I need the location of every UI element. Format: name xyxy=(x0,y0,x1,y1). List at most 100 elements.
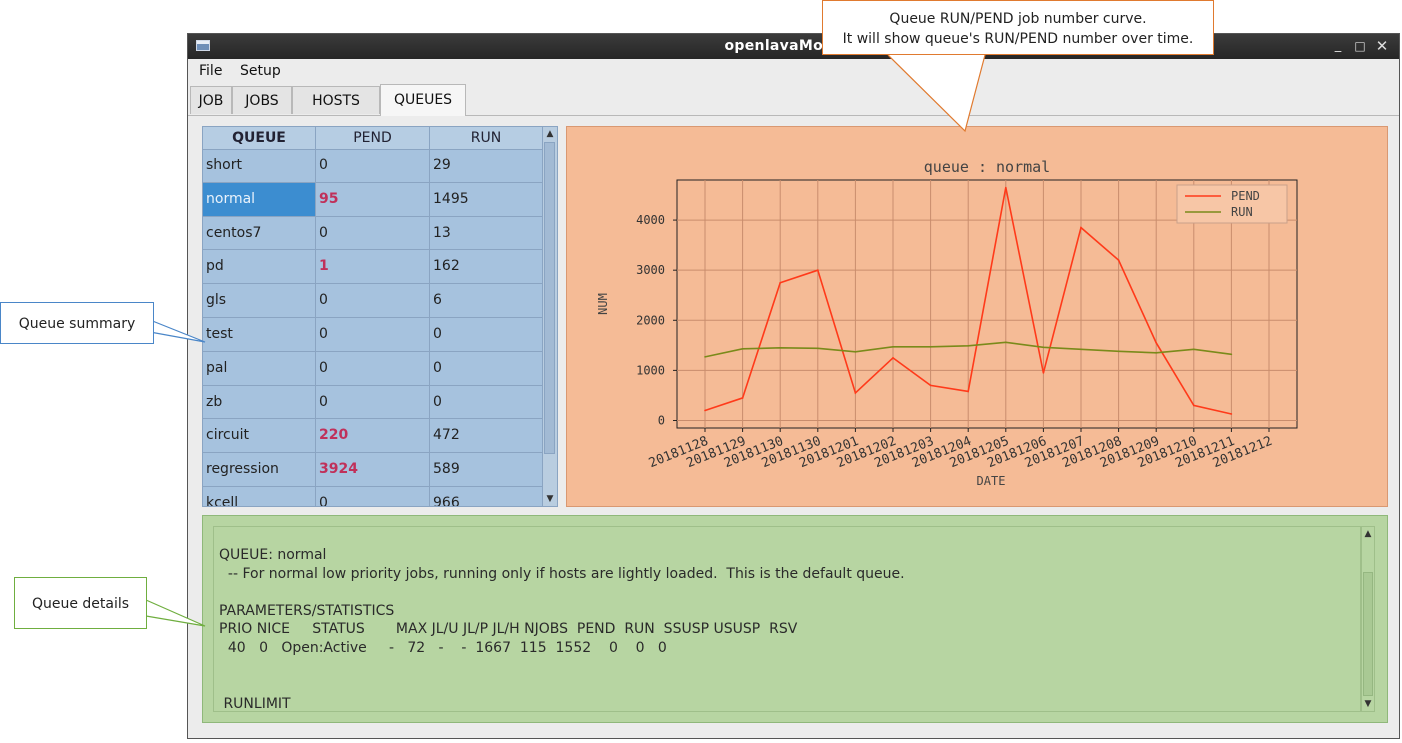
tab-job[interactable]: JOB xyxy=(190,86,232,114)
column-header-run[interactable]: RUN xyxy=(430,127,543,149)
cell-queue[interactable]: pal xyxy=(203,351,316,385)
cell-pend[interactable]: 0 xyxy=(316,216,430,250)
cell-run[interactable]: 966 xyxy=(430,486,543,506)
table-row[interactable]: kcell 0 966 xyxy=(203,486,543,506)
table-row[interactable]: zb 0 0 xyxy=(203,385,543,420)
details-line: PARAMETERS/STATISTICS xyxy=(219,602,395,619)
cell-pend[interactable]: 3924 xyxy=(316,453,430,486)
close-button[interactable]: ✕ xyxy=(1373,37,1391,55)
tab-bar: JOB JOBS HOSTS QUEUES xyxy=(188,83,1399,116)
data-point-pend xyxy=(892,357,894,359)
cell-run[interactable]: 13 xyxy=(430,216,543,250)
cell-run[interactable]: 6 xyxy=(430,284,543,317)
cell-run[interactable]: 29 xyxy=(430,149,543,182)
scroll-up-icon[interactable]: ▲ xyxy=(1361,527,1375,541)
cell-queue[interactable]: regression xyxy=(203,453,316,486)
table-row[interactable]: centos7 0 13 xyxy=(203,216,543,251)
menu-bar: File Setup xyxy=(188,59,1399,82)
scroll-thumb[interactable] xyxy=(1363,572,1373,696)
cell-pend[interactable]: 0 xyxy=(316,149,430,182)
data-point-run xyxy=(1155,352,1157,354)
menu-file[interactable]: File xyxy=(199,63,222,79)
cell-queue[interactable]: zb xyxy=(203,385,316,419)
app-window: openlavaMonitor _ □ ✕ File Setup JOB JOB… xyxy=(187,33,1400,739)
table-row[interactable]: short 0 29 xyxy=(203,149,543,183)
details-line: 40 0 Open:Active - 72 - - 1667 115 1552 … xyxy=(219,640,667,656)
cell-queue[interactable]: pd xyxy=(203,250,316,284)
data-point-run xyxy=(741,348,744,350)
data-point-pend xyxy=(1042,372,1045,374)
table-row[interactable]: normal 95 1495 xyxy=(203,182,543,217)
queue-details-text[interactable]: QUEUE: normal -- For normal low priority… xyxy=(213,526,1361,712)
data-point-pend xyxy=(1230,413,1233,415)
cell-run[interactable]: 0 xyxy=(430,317,543,351)
cell-queue[interactable]: normal xyxy=(203,182,316,216)
tab-jobs[interactable]: JOBS xyxy=(232,86,292,114)
details-line: QUEUE: normal xyxy=(219,547,327,563)
cell-run[interactable]: 0 xyxy=(430,385,543,419)
table-header: QUEUE PEND RUN xyxy=(203,127,543,150)
y-tick-label: 1000 xyxy=(636,363,665,377)
tab-queues[interactable]: QUEUES xyxy=(380,84,466,116)
scroll-thumb[interactable] xyxy=(544,142,555,454)
cell-queue[interactable]: circuit xyxy=(203,419,316,453)
title-bar[interactable]: openlavaMonitor _ □ ✕ xyxy=(188,34,1399,59)
scroll-up-icon[interactable]: ▲ xyxy=(543,127,557,141)
scroll-down-icon[interactable]: ▼ xyxy=(1361,697,1375,711)
cell-pend[interactable]: 1 xyxy=(316,250,430,284)
cell-run[interactable]: 472 xyxy=(430,419,543,453)
chart-title: queue : normal xyxy=(924,158,1050,176)
data-point-pend xyxy=(779,281,781,284)
column-header-pend[interactable]: PEND xyxy=(316,127,430,149)
minimize-button[interactable]: _ xyxy=(1329,37,1347,55)
cell-queue[interactable]: gls xyxy=(203,284,316,317)
cell-pend[interactable]: 95 xyxy=(316,182,430,216)
summary-callout: Queue summary xyxy=(0,302,154,344)
cell-run[interactable]: 1495 xyxy=(430,182,543,216)
cell-pend[interactable]: 0 xyxy=(316,317,430,351)
details-scrollbar[interactable]: ▲ ▼ xyxy=(1361,526,1375,712)
data-point-run xyxy=(967,345,969,347)
cell-pend[interactable]: 0 xyxy=(316,486,430,506)
table-scrollbar[interactable]: ▲ ▼ xyxy=(542,127,557,506)
y-tick-label: 0 xyxy=(658,413,665,427)
maximize-button[interactable]: □ xyxy=(1351,37,1369,55)
y-tick-label: 2000 xyxy=(636,313,665,327)
cell-run[interactable]: 589 xyxy=(430,453,543,486)
table-row[interactable]: regression 3924 589 xyxy=(203,453,543,487)
cell-pend[interactable]: 220 xyxy=(316,419,430,453)
tab-hosts[interactable]: HOSTS xyxy=(292,86,380,114)
cell-queue[interactable]: kcell xyxy=(203,486,316,506)
cell-run[interactable]: 162 xyxy=(430,250,543,284)
table-row[interactable]: gls 0 6 xyxy=(203,284,543,318)
data-point-pend xyxy=(1117,259,1120,261)
details-line: -- For normal low priority jobs, running… xyxy=(219,565,905,582)
table-row[interactable]: pd 1 162 xyxy=(203,250,543,285)
queue-summary-table[interactable]: QUEUE PEND RUN short 0 29 normal 95 1495 cento… xyxy=(202,126,558,507)
cell-pend[interactable]: 0 xyxy=(316,284,430,317)
menu-setup[interactable]: Setup xyxy=(240,63,281,79)
cell-queue[interactable]: centos7 xyxy=(203,216,316,250)
table-row[interactable]: pal 0 0 xyxy=(203,351,543,386)
data-point-pend xyxy=(1080,226,1082,229)
cell-queue[interactable]: short xyxy=(203,149,316,182)
cell-queue[interactable]: test xyxy=(203,317,316,351)
cell-run[interactable]: 0 xyxy=(430,351,543,385)
chart-callout-line1: Queue RUN/PEND job number curve. xyxy=(889,11,1147,27)
details-line: PRIO NICE STATUS MAX JL/U JL/P JL/H NJOB… xyxy=(219,621,798,638)
data-point-run xyxy=(817,347,819,350)
cell-pend[interactable]: 0 xyxy=(316,351,430,385)
scroll-down-icon[interactable]: ▼ xyxy=(543,492,557,506)
queue-details-panel: QUEUE: normal -- For normal low priority… xyxy=(202,515,1388,723)
data-point-pend xyxy=(1155,342,1157,344)
y-tick-label: 3000 xyxy=(636,263,665,277)
cell-pend[interactable]: 0 xyxy=(316,385,430,419)
table-row[interactable]: circuit 220 472 xyxy=(203,419,543,454)
legend-label-run: RUN xyxy=(1231,205,1253,219)
details-line: RUNLIMIT xyxy=(219,695,291,712)
data-point-pend xyxy=(1005,186,1007,189)
data-point-pend xyxy=(854,392,857,394)
column-header-queue[interactable]: QUEUE xyxy=(203,127,316,149)
table-row[interactable]: test 0 0 xyxy=(203,317,543,352)
x-axis-label: DATE xyxy=(977,474,1006,488)
